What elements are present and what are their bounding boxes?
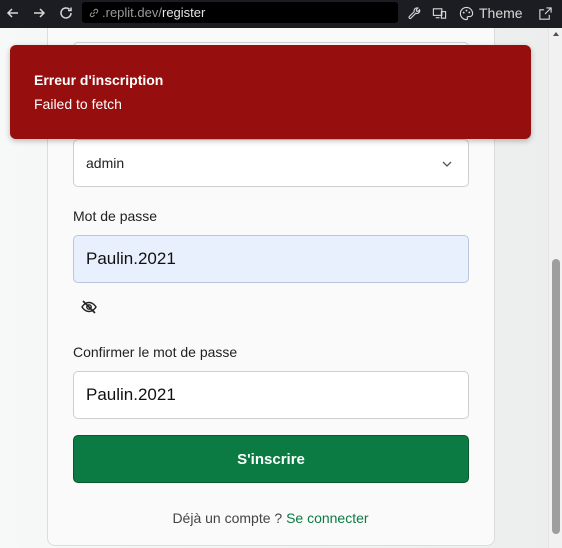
forward-button[interactable] — [30, 4, 48, 22]
open-external-button[interactable] — [538, 3, 553, 23]
back-button[interactable] — [4, 4, 22, 22]
error-toast: Erreur d'inscription Failed to fetch — [10, 45, 531, 139]
chevron-down-icon — [442, 161, 452, 167]
role-select[interactable]: admin — [73, 139, 469, 187]
confirm-password-input[interactable]: Paulin.2021 — [73, 371, 469, 419]
responsive-button[interactable] — [432, 3, 447, 23]
confirm-password-value: Paulin.2021 — [86, 385, 176, 404]
scroll-up-arrow-icon[interactable] — [552, 30, 560, 38]
register-button[interactable]: S'inscrire — [73, 435, 469, 483]
arrow-right-icon — [34, 8, 46, 18]
login-link[interactable]: Se connecter — [286, 510, 369, 526]
password-value: Paulin.2021 — [86, 249, 176, 268]
devices-icon — [432, 7, 447, 19]
toast-message: Failed to fetch — [34, 96, 122, 112]
url-path: register — [161, 5, 206, 20]
login-prompt-text: Déjà un compte ? — [172, 510, 283, 526]
link-icon — [89, 8, 99, 17]
scrollbar-thumb[interactable] — [552, 259, 560, 534]
devtools-button[interactable] — [407, 3, 422, 23]
page-scrollbar[interactable] — [548, 28, 562, 548]
wrench-icon — [408, 6, 421, 19]
reload-button[interactable] — [57, 4, 75, 22]
palette-icon — [459, 6, 474, 20]
reload-icon — [60, 7, 72, 19]
address-bar[interactable]: .replit.dev/register — [82, 2, 398, 23]
url-domain: .replit.dev/ — [102, 5, 162, 20]
role-select-value: admin — [86, 155, 125, 171]
theme-button[interactable]: Theme — [459, 3, 523, 23]
toast-title: Erreur d'inscription — [34, 72, 164, 88]
confirm-password-label: Confirmer le mot de passe — [73, 344, 238, 360]
arrow-left-icon — [6, 8, 18, 18]
login-prompt: Déjà un compte ? Se connecter — [0, 510, 541, 526]
password-label: Mot de passe — [73, 208, 158, 224]
password-input[interactable]: Paulin.2021 — [73, 235, 469, 283]
external-link-icon — [539, 6, 552, 20]
eye-off-icon[interactable] — [80, 298, 98, 316]
theme-label: Theme — [479, 5, 523, 21]
browser-toolbar: .replit.dev/register Theme — [0, 0, 562, 28]
